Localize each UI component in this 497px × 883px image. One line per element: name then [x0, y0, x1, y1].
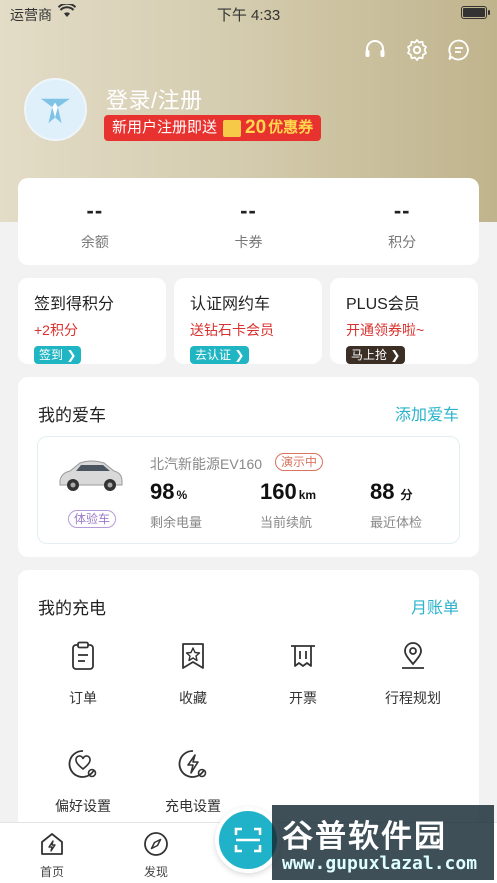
- chevron-right-icon: ❯: [66, 348, 77, 362]
- metric-value: 160: [260, 479, 297, 504]
- car-model-name: 北汽新能源EV160: [150, 456, 263, 472]
- new-user-promo-banner[interactable]: 新用户注册即送 20 优惠券: [104, 115, 322, 141]
- metric-battery: 98% 剩余电量: [150, 479, 202, 531]
- grid-label: 收藏: [179, 690, 207, 706]
- card-subtitle: 送钻石卡会员: [190, 322, 274, 338]
- battery-icon: [461, 6, 490, 19]
- tab-label: 发现: [143, 865, 168, 879]
- promo-amount: 20: [245, 117, 267, 138]
- promo-suffix: 优惠券: [268, 119, 314, 136]
- grab-button-label: 马上抢: [351, 348, 388, 362]
- card-title: 认证网约车: [190, 296, 271, 313]
- grid-label: 偏好设置: [55, 798, 111, 814]
- checkin-card[interactable]: 签到得积分 +2积分 签到 ❯: [18, 278, 166, 364]
- bookmark-star-icon: [182, 643, 204, 669]
- checkin-button[interactable]: 签到 ❯: [34, 346, 82, 364]
- orders-button[interactable]: 订单: [28, 640, 138, 708]
- tab-label: 首页: [39, 865, 64, 879]
- coupon-icon: [223, 119, 242, 137]
- plus-member-card[interactable]: PLUS会员 开通领券啦~ 马上抢 ❯: [330, 278, 478, 364]
- grid-label: 订单: [69, 690, 97, 706]
- watermark-overlay: 谷普软件园 www.gupuxlazal.com: [272, 805, 494, 880]
- car-info-card[interactable]: 体验车 北汽新能源EV160 演示中 98% 剩余电量 160 km 当前续航 8…: [37, 436, 460, 544]
- stat-label: 余额: [80, 234, 109, 250]
- monthly-bill-link[interactable]: 月账单: [411, 594, 459, 618]
- checkin-button-label: 签到: [39, 348, 64, 362]
- watermark-url: www.gupuxlazal.com: [282, 853, 478, 874]
- tab-discover[interactable]: 发现: [126, 831, 186, 880]
- chevron-right-icon: ❯: [390, 348, 401, 362]
- section-title: 我的充电: [38, 599, 106, 618]
- grab-button[interactable]: 马上抢 ❯: [346, 346, 406, 364]
- metric-label: 剩余电量: [150, 515, 203, 530]
- home-lightning-icon: [41, 833, 63, 855]
- metric-checkup: 88 分 最近体检: [370, 479, 422, 531]
- metric-label: 当前续航: [260, 515, 313, 530]
- add-car-link[interactable]: 添加爱车: [395, 401, 459, 425]
- scan-icon: [234, 827, 262, 853]
- status-bar: 运营商 下午 4:33: [0, 0, 497, 26]
- stat-label: 卡券: [234, 234, 263, 250]
- heart-settings-icon: [68, 750, 97, 778]
- clock: 下午 4:33: [216, 7, 281, 24]
- stat-label: 积分: [388, 234, 417, 250]
- metric-unit: 分: [400, 488, 413, 502]
- verify-button[interactable]: 去认证 ❯: [190, 346, 250, 364]
- logo-icon: [40, 98, 71, 124]
- preferences-button[interactable]: 偏好设置: [28, 748, 138, 816]
- my-charging-section: 我的充电 月账单 订单 收藏 开票 行程规划 偏好设置 充电设置: [18, 570, 479, 832]
- verify-button-label: 去认证: [195, 348, 232, 362]
- metric-label: 最近体检: [370, 515, 423, 530]
- driver-verify-card[interactable]: 认证网约车 送钻石卡会员 去认证 ❯: [174, 278, 322, 364]
- stat-balance[interactable]: -- 余额: [18, 178, 172, 265]
- grid-label: 行程规划: [385, 690, 441, 706]
- gear-icon[interactable]: [405, 38, 429, 62]
- stat-value: --: [393, 198, 411, 223]
- section-title: 我的爱车: [38, 406, 106, 425]
- stat-coupons[interactable]: -- 卡券: [172, 178, 326, 265]
- card-title: PLUS会员: [346, 296, 420, 313]
- grid-label: 开票: [289, 690, 317, 706]
- receipt-icon: [291, 645, 315, 667]
- clipboard-icon: [72, 641, 94, 670]
- metric-unit: km: [298, 488, 317, 502]
- message-icon[interactable]: [447, 38, 471, 62]
- watermark-title: 谷普软件园: [282, 819, 447, 855]
- stat-points[interactable]: -- 积分: [325, 178, 479, 265]
- header-actions: [363, 38, 471, 62]
- chevron-right-icon: ❯: [234, 348, 245, 362]
- metric-range: 160 km 当前续航: [260, 479, 316, 531]
- headset-icon[interactable]: [363, 38, 387, 62]
- metric-value: 98: [150, 479, 175, 504]
- promo-text: 新用户注册即送: [112, 119, 218, 136]
- charging-settings-button[interactable]: 充电设置: [138, 748, 248, 816]
- card-subtitle: +2积分: [34, 322, 78, 338]
- card-subtitle: 开通领券啦~: [346, 322, 425, 338]
- tab-home[interactable]: 首页: [22, 831, 82, 880]
- trial-car-badge: 体验车: [68, 510, 117, 528]
- demo-badge: 演示中: [275, 453, 324, 471]
- stat-value: --: [86, 198, 104, 223]
- compass-icon: [144, 832, 168, 856]
- lightning-settings-icon: [178, 750, 207, 778]
- account-stats: -- 余额 -- 卡券 -- 积分: [18, 178, 479, 265]
- favorites-button[interactable]: 收藏: [138, 640, 248, 708]
- metric-unit: %: [176, 488, 188, 502]
- avatar[interactable]: [24, 78, 87, 141]
- login-register-link[interactable]: 登录/注册: [106, 83, 203, 115]
- invoice-button[interactable]: 开票: [248, 640, 358, 708]
- metric-value: 88: [370, 479, 395, 504]
- trip-planning-button[interactable]: 行程规划: [358, 640, 468, 708]
- stat-value: --: [240, 198, 257, 223]
- card-title: 签到得积分: [34, 296, 115, 313]
- my-car-section: 我的爱车 添加爱车 体验车 北汽新能源EV160 演示中 98% 剩余电量 16…: [18, 377, 479, 557]
- car-image: [59, 460, 123, 491]
- map-pin-icon: [402, 642, 424, 669]
